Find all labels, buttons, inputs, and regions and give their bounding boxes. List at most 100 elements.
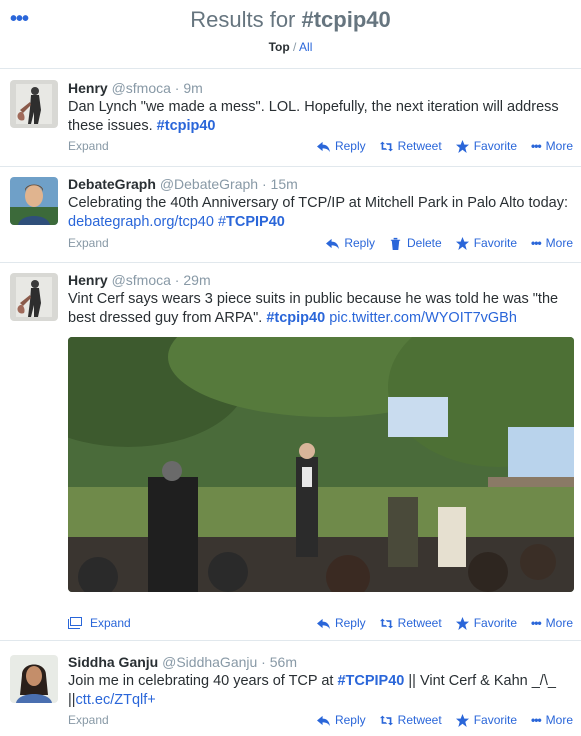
more-label: More [545, 139, 573, 153]
title-hashtag: #tcpip40 [301, 7, 391, 32]
more-dots-icon: ••• [531, 713, 542, 727]
favorite-label: Favorite [473, 616, 518, 630]
avatar-image [10, 273, 58, 321]
favorite-button[interactable]: Favorite [455, 236, 517, 250]
tweet[interactable]: Siddha Ganju @SiddhaGanju · 56m Join me … [0, 641, 581, 736]
author-name[interactable]: Siddha Ganju [68, 654, 158, 670]
reply-icon [326, 238, 340, 249]
title-prefix: Results for [190, 7, 302, 32]
page-title: Results for #tcpip40 [0, 7, 581, 33]
separator: · [257, 654, 270, 670]
more-dots-icon: ••• [531, 139, 542, 153]
avatar[interactable] [10, 80, 58, 128]
avatar-image [10, 80, 58, 128]
more-dots-icon: ••• [531, 616, 542, 630]
reply-button[interactable]: Reply [326, 236, 375, 250]
avatar[interactable] [10, 655, 58, 703]
tweet-text: Join me in celebrating 40 years of TCP a… [68, 672, 573, 710]
tweet-text-plain: Dan Lynch "we made a mess". LOL. Hopeful… [68, 99, 559, 134]
more-label: More [545, 713, 573, 727]
reply-icon [316, 141, 330, 152]
avatar[interactable] [10, 177, 58, 225]
tweet-timestamp[interactable]: 15m [271, 176, 298, 192]
filter-all[interactable]: All [299, 40, 312, 54]
favorite-button[interactable]: Favorite [455, 713, 518, 727]
more-button[interactable]: ••• More [531, 139, 573, 153]
reply-button[interactable]: Reply [316, 713, 366, 727]
reply-button[interactable]: Reply [316, 139, 366, 153]
author-handle[interactable]: @SiddhaGanju [162, 654, 257, 670]
media-icon [68, 617, 82, 629]
tweet-actions: Reply Retweet Favorite ••• More [316, 713, 573, 727]
reply-button[interactable]: Reply [316, 616, 366, 630]
avatar[interactable] [10, 273, 58, 321]
more-label: More [545, 616, 573, 630]
author-handle[interactable]: @sfmoca [112, 80, 171, 96]
star-icon [455, 713, 469, 727]
separator: · [170, 272, 184, 288]
separator: · [170, 80, 184, 96]
star-icon [455, 139, 469, 153]
avatar-image [10, 177, 58, 225]
tweet-text-plain: Join me in celebrating 40 years of TCP a… [68, 673, 338, 689]
more-label: More [545, 236, 573, 250]
tweet-photo[interactable] [68, 337, 574, 592]
tweet-link[interactable]: debategraph.org/tcp40 [68, 214, 214, 230]
retweet-button[interactable]: Retweet [379, 713, 442, 727]
tweet-text: Celebrating the 40th Anniversary of TCP/… [68, 194, 573, 232]
reply-icon [316, 715, 330, 726]
tweet-actions: Reply Retweet Favorite ••• More [316, 139, 573, 153]
delete-button[interactable]: Delete [389, 236, 442, 250]
tweet-text: Dan Lynch "we made a mess". LOL. Hopeful… [68, 98, 573, 136]
favorite-label: Favorite [473, 713, 518, 727]
retweet-icon [379, 141, 393, 151]
separator: · [258, 176, 271, 192]
hashtag-link[interactable]: #tcpip40 [157, 118, 216, 134]
retweet-button[interactable]: Retweet [379, 139, 442, 153]
retweet-icon [379, 715, 393, 725]
hashtag-prefix[interactable]: # [214, 214, 226, 230]
favorite-label: Favorite [473, 139, 518, 153]
expand-label: Expand [90, 616, 131, 630]
reply-label: Reply [334, 139, 366, 153]
more-button[interactable]: ••• More [531, 236, 573, 250]
tweet-timestamp[interactable]: 29m [183, 272, 210, 288]
tweet-text: Vint Cerf says wears 3 piece suits in pu… [68, 290, 573, 328]
filter-separator: / [289, 40, 300, 54]
author-name[interactable]: DebateGraph [68, 176, 156, 192]
retweet-button[interactable]: Retweet [379, 616, 442, 630]
expand-link[interactable]: Expand [68, 139, 109, 153]
tweet-actions: Reply Delete Favorite ••• More [326, 236, 573, 250]
expand-link[interactable]: Expand [68, 616, 131, 630]
media-link[interactable]: pic.twitter.com/WYOIT7vGBh [329, 310, 517, 326]
author-name[interactable]: Henry [68, 80, 108, 96]
reply-label: Reply [344, 236, 375, 250]
star-icon [455, 236, 469, 250]
author-handle[interactable]: @sfmoca [112, 272, 171, 288]
expand-link[interactable]: Expand [68, 713, 109, 727]
tweet[interactable]: Henry @sfmoca · 9m Dan Lynch "we made a … [0, 69, 581, 167]
reply-label: Reply [334, 616, 366, 630]
search-header: ••• Results for #tcpip40 Top / All [0, 0, 581, 69]
reply-icon [316, 618, 330, 629]
hashtag-link[interactable]: TCPIP40 [226, 214, 285, 230]
more-button[interactable]: ••• More [531, 713, 573, 727]
photo-image [68, 337, 574, 592]
author-name[interactable]: Henry [68, 272, 108, 288]
hashtag-link[interactable]: #TCPIP40 [337, 673, 404, 689]
result-filter: Top / All [0, 40, 581, 54]
retweet-icon [379, 618, 393, 628]
favorite-button[interactable]: Favorite [455, 139, 518, 153]
tweet-timestamp[interactable]: 9m [183, 80, 202, 96]
filter-top[interactable]: Top [269, 40, 290, 54]
more-dots-icon: ••• [531, 236, 542, 250]
expand-link[interactable]: Expand [68, 236, 109, 250]
hashtag-link[interactable]: #tcpip40 [266, 310, 325, 326]
tweet-timestamp[interactable]: 56m [270, 654, 297, 670]
more-button[interactable]: ••• More [531, 616, 573, 630]
tweet-link[interactable]: ctt.ec/ZTqlf+ [76, 692, 156, 708]
author-handle[interactable]: @DebateGraph [160, 176, 258, 192]
avatar-image [10, 655, 58, 703]
favorite-button[interactable]: Favorite [455, 616, 518, 630]
tweet[interactable]: DebateGraph @DebateGraph · 15m Celebrati… [0, 167, 581, 263]
